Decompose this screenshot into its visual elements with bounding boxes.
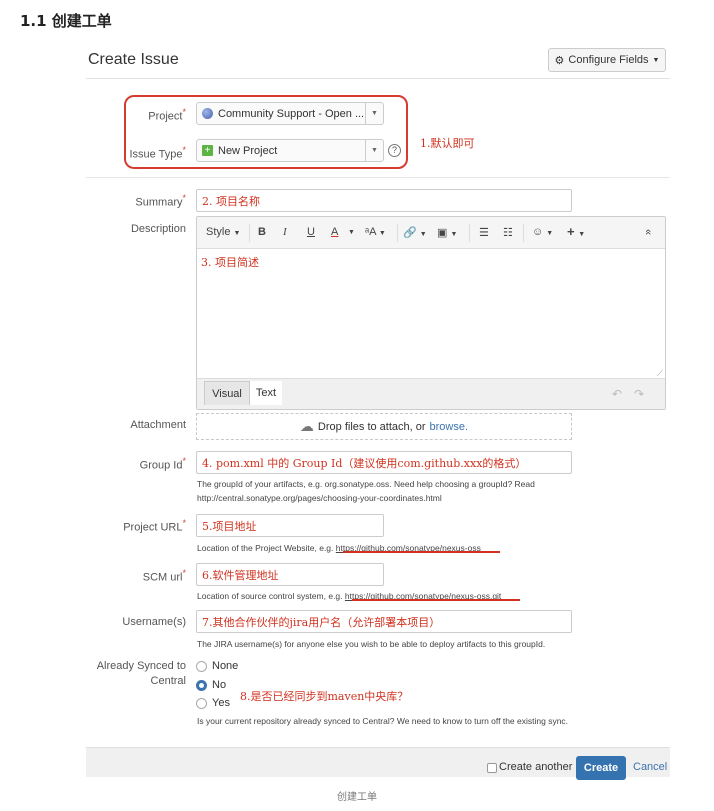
annotation-scm-url: 6.软件管理地址: [202, 568, 279, 582]
insert-more-icon[interactable]: + ▼: [567, 224, 585, 239]
usernames-label: Username(s): [122, 616, 186, 628]
project-url-label: Project URL*: [123, 518, 186, 534]
section-heading: 1.1 创建工单: [20, 12, 112, 30]
synced-hint: Is your current repository already synce…: [197, 716, 569, 726]
radio-yes[interactable]: [196, 698, 207, 709]
radio-none[interactable]: [196, 661, 207, 672]
create-another-label[interactable]: Create another: [499, 761, 572, 773]
cloud-upload-icon: ☁: [299, 418, 314, 434]
scm-url-label: SCM url*: [142, 568, 186, 584]
numbered-list-icon[interactable]: ☷: [503, 226, 513, 239]
annotation-description: 3. 项目简述: [201, 256, 259, 269]
annotation-usernames: 7.其他合作伙伴的jira用户名（允许部署本项目）: [202, 615, 441, 629]
annotation-underline: [352, 599, 520, 601]
figure-caption: 创建工单: [337, 792, 377, 803]
emoticon-icon[interactable]: ☺ ▼: [532, 226, 553, 238]
undo-icon[interactable]: ↶: [612, 387, 622, 401]
annotation-underline: [343, 551, 500, 553]
radio-no-label[interactable]: No: [212, 679, 226, 691]
radio-none-label[interactable]: None: [212, 660, 238, 672]
annotation-synced: 8.是否已经同步到maven中央库？: [240, 690, 409, 703]
tab-text[interactable]: Text: [250, 381, 282, 405]
link-icon[interactable]: 🔗 ▼: [403, 226, 427, 239]
synced-label: Already Synced to: [96, 660, 186, 672]
configure-fields-button[interactable]: ⚙ Configure Fields ▼: [548, 48, 666, 72]
description-label: Description: [130, 223, 186, 235]
summary-label: Summary*: [135, 193, 186, 209]
annotation-project-url: 5.项目地址: [202, 519, 257, 533]
attachment-icon[interactable]: ▣ ▼: [437, 226, 457, 239]
underline-button[interactable]: U: [307, 226, 315, 238]
annotation-box: [124, 95, 408, 169]
drop-text: Drop files to attach, or: [317, 420, 426, 433]
editor-mode-tabs: Visual Text ↶ ↷: [197, 378, 665, 409]
synced-label-line2: Central: [150, 675, 186, 687]
style-dropdown[interactable]: Style ▼: [206, 226, 240, 238]
attachment-label: Attachment: [130, 419, 186, 431]
editor-toolbar: Style ▼ B I U A ▼ ᵃA ▼ 🔗 ▼ ▣ ▼ ☰ ☷ ☺ ▼ +…: [197, 217, 665, 249]
title-divider: [86, 78, 670, 79]
cancel-link[interactable]: Cancel: [633, 761, 667, 773]
group-id-input[interactable]: 4. pom.xml 中的 Group Id（建议使用com.github.xx…: [196, 451, 572, 474]
radio-yes-label[interactable]: Yes: [212, 697, 230, 709]
tab-visual[interactable]: Visual: [204, 381, 250, 405]
chevron-down-icon[interactable]: ▼: [348, 229, 355, 236]
redo-icon[interactable]: ↷: [634, 387, 644, 401]
annotation-default: 1.默认即可: [420, 137, 475, 150]
project-url-input[interactable]: 5.项目地址: [196, 514, 384, 537]
dialog-title: Create Issue: [88, 51, 179, 68]
annotation-summary: 2. 项目名称: [202, 194, 260, 208]
group-id-hint: The groupId of your artifacts, e.g. org.…: [197, 479, 535, 489]
more-formatting-button[interactable]: ᵃA ▼: [365, 226, 386, 238]
group-id-hint-url: http://central.sonatype.org/pages/choosi…: [197, 493, 442, 503]
summary-input[interactable]: 2. 项目名称: [196, 189, 572, 212]
create-another-checkbox[interactable]: [487, 763, 497, 773]
text-color-button[interactable]: A: [331, 226, 338, 238]
attachment-dropzone[interactable]: ☁ Drop files to attach, or browse.: [196, 413, 572, 440]
annotation-group-id: 4. pom.xml 中的 Group Id（建议使用com.github.xx…: [202, 456, 527, 470]
italic-button[interactable]: I: [283, 226, 287, 238]
caret-down-icon: ▼: [652, 56, 660, 64]
radio-no[interactable]: [196, 680, 207, 691]
usernames-hint: The JIRA username(s) for anyone else you…: [197, 639, 546, 649]
bullet-list-icon[interactable]: ☰: [479, 226, 489, 239]
section-divider: [86, 177, 670, 178]
browse-link[interactable]: browse.: [430, 421, 469, 433]
usernames-input[interactable]: 7.其他合作伙伴的jira用户名（允许部署本项目）: [196, 610, 572, 633]
bold-button[interactable]: B: [258, 226, 266, 238]
gear-icon: ⚙: [554, 54, 565, 67]
collapse-toolbar-icon[interactable]: «: [642, 229, 654, 235]
scm-url-input[interactable]: 6.软件管理地址: [196, 563, 384, 586]
configure-fields-label: Configure Fields: [568, 54, 649, 66]
group-id-label: Group Id*: [139, 456, 186, 472]
create-button[interactable]: Create: [576, 756, 626, 780]
